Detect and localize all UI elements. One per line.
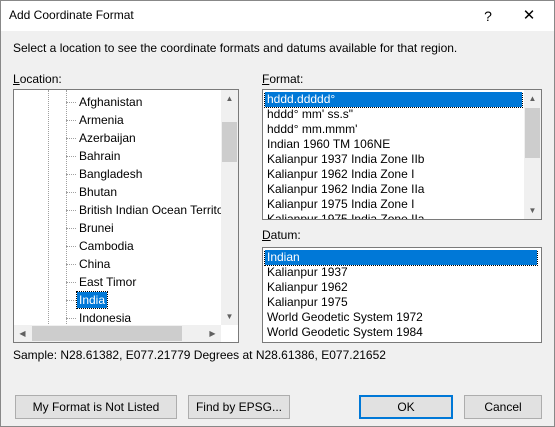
datum-label: Datum: <box>262 228 301 242</box>
location-vertical-scrollbar[interactable]: ▲ ▼ <box>221 90 238 325</box>
location-tree-item-label: Cambodia <box>79 239 134 253</box>
location-tree-item-label: British Indian Ocean Territory <box>79 203 224 217</box>
tree-connector <box>66 246 76 247</box>
format-list-item[interactable]: Kalianpur 1937 India Zone IIb <box>265 152 522 167</box>
datum-list-item[interactable]: Indian <box>264 250 538 266</box>
format-label: Format: <box>262 72 304 86</box>
tree-connector <box>66 174 76 175</box>
sample-text: Sample: N28.61382, E077.21779 Degrees at… <box>13 348 386 362</box>
tree-connector <box>66 120 76 121</box>
tree-connector <box>66 318 76 319</box>
location-tree-item-label: Armenia <box>79 113 124 127</box>
tree-connector <box>66 228 76 229</box>
cancel-button[interactable]: Cancel <box>464 395 542 419</box>
format-list-item[interactable]: Kalianpur 1962 India Zone I <box>265 167 522 182</box>
format-list-item[interactable]: Indian 1960 TM 106NE <box>265 137 522 152</box>
find-by-epsg-button[interactable]: Find by EPSG... <box>188 395 290 419</box>
format-not-listed-button[interactable]: My Format is Not Listed <box>15 395 177 419</box>
add-coordinate-format-dialog: Add Coordinate Format ? ✕ Select a locat… <box>0 0 555 427</box>
format-list[interactable]: hddd.ddddd° hddd° mm' ss.s" hddd° mm.mmm' I… <box>262 89 542 220</box>
tree-guide-line <box>48 90 49 342</box>
datum-list-item[interactable]: World Geodetic System 1972 <box>265 310 537 325</box>
tree-connector <box>66 192 76 193</box>
location-tree-item-label: Brunei <box>79 221 114 235</box>
location-tree[interactable]: Afghanistan Armenia Azerbaijan Bahrain Bangl… <box>13 89 239 343</box>
location-scroll-thumb[interactable] <box>222 122 237 162</box>
datum-list-item[interactable]: Kalianpur 1962 <box>265 280 537 295</box>
title-bar: Add Coordinate Format ? ✕ <box>1 1 554 31</box>
scroll-up-arrow-icon[interactable]: ▲ <box>221 90 238 107</box>
location-tree-item-label: India <box>75 291 109 309</box>
format-vertical-scrollbar[interactable]: ▲ ▼ <box>524 90 541 219</box>
tree-connector <box>66 264 76 265</box>
format-list-item[interactable]: Kalianpur 1962 India Zone IIa <box>265 182 522 197</box>
location-hscroll-thumb[interactable] <box>32 326 182 341</box>
help-button[interactable]: ? <box>473 1 503 31</box>
datum-list-item[interactable]: World Geodetic System 1984 <box>265 325 537 340</box>
format-list-item[interactable]: hddd° mm.mmm' <box>265 122 522 137</box>
datum-list-item[interactable]: Kalianpur 1975 <box>265 295 537 310</box>
location-tree-item-label: East Timor <box>79 275 137 289</box>
tree-connector <box>66 102 76 103</box>
instruction-text: Select a location to see the coordinate … <box>13 41 458 55</box>
tree-connector <box>66 138 76 139</box>
datum-list-items: Indian Kalianpur 1937 Kalianpur 1962 Kalian… <box>263 250 539 342</box>
scroll-right-arrow-icon[interactable]: ▶ <box>204 325 221 342</box>
location-horizontal-scrollbar[interactable]: ◀ ▶ <box>14 325 221 342</box>
scroll-down-arrow-icon[interactable]: ▼ <box>221 308 238 325</box>
location-label: Location: <box>13 72 62 86</box>
tree-guide-line <box>66 90 67 342</box>
datum-list-item[interactable]: Kalianpur 1937 <box>265 265 537 280</box>
location-tree-item-label: China <box>79 257 111 271</box>
dialog-title: Add Coordinate Format <box>9 8 134 22</box>
format-list-item[interactable]: Kalianpur 1975 India Zone I <box>265 197 522 212</box>
ok-button[interactable]: OK <box>359 395 453 419</box>
scroll-left-arrow-icon[interactable]: ◀ <box>14 325 31 342</box>
location-tree-item-label: Afghanistan <box>79 95 143 109</box>
format-list-item[interactable]: Kalianpur 1975 India Zone IIa <box>265 212 522 219</box>
tree-connector <box>66 300 76 301</box>
location-tree-items: Afghanistan Armenia Azerbaijan Bahrain Bangl… <box>14 90 224 342</box>
format-list-item[interactable]: hddd° mm' ss.s" <box>265 107 522 122</box>
tree-connector <box>66 282 76 283</box>
scroll-up-arrow-icon[interactable]: ▲ <box>524 90 541 107</box>
location-tree-item-label: Bahrain <box>79 149 121 163</box>
location-tree-item-label: Bangladesh <box>79 167 143 181</box>
scroll-down-arrow-icon[interactable]: ▼ <box>524 202 541 219</box>
format-list-item[interactable]: hddd.ddddd° <box>264 92 523 108</box>
tree-connector <box>66 156 76 157</box>
format-scroll-thumb[interactable] <box>525 108 540 158</box>
format-list-items: hddd.ddddd° hddd° mm' ss.s" hddd° mm.mmm' I… <box>263 92 524 219</box>
tree-connector <box>66 210 76 211</box>
location-tree-item-label: Indonesia <box>79 311 132 325</box>
datum-list[interactable]: Indian Kalianpur 1937 Kalianpur 1962 Kalian… <box>262 247 542 343</box>
location-tree-item-label: Bhutan <box>79 185 118 199</box>
close-button[interactable]: ✕ <box>509 1 549 31</box>
location-tree-item-label: Azerbaijan <box>79 131 136 145</box>
